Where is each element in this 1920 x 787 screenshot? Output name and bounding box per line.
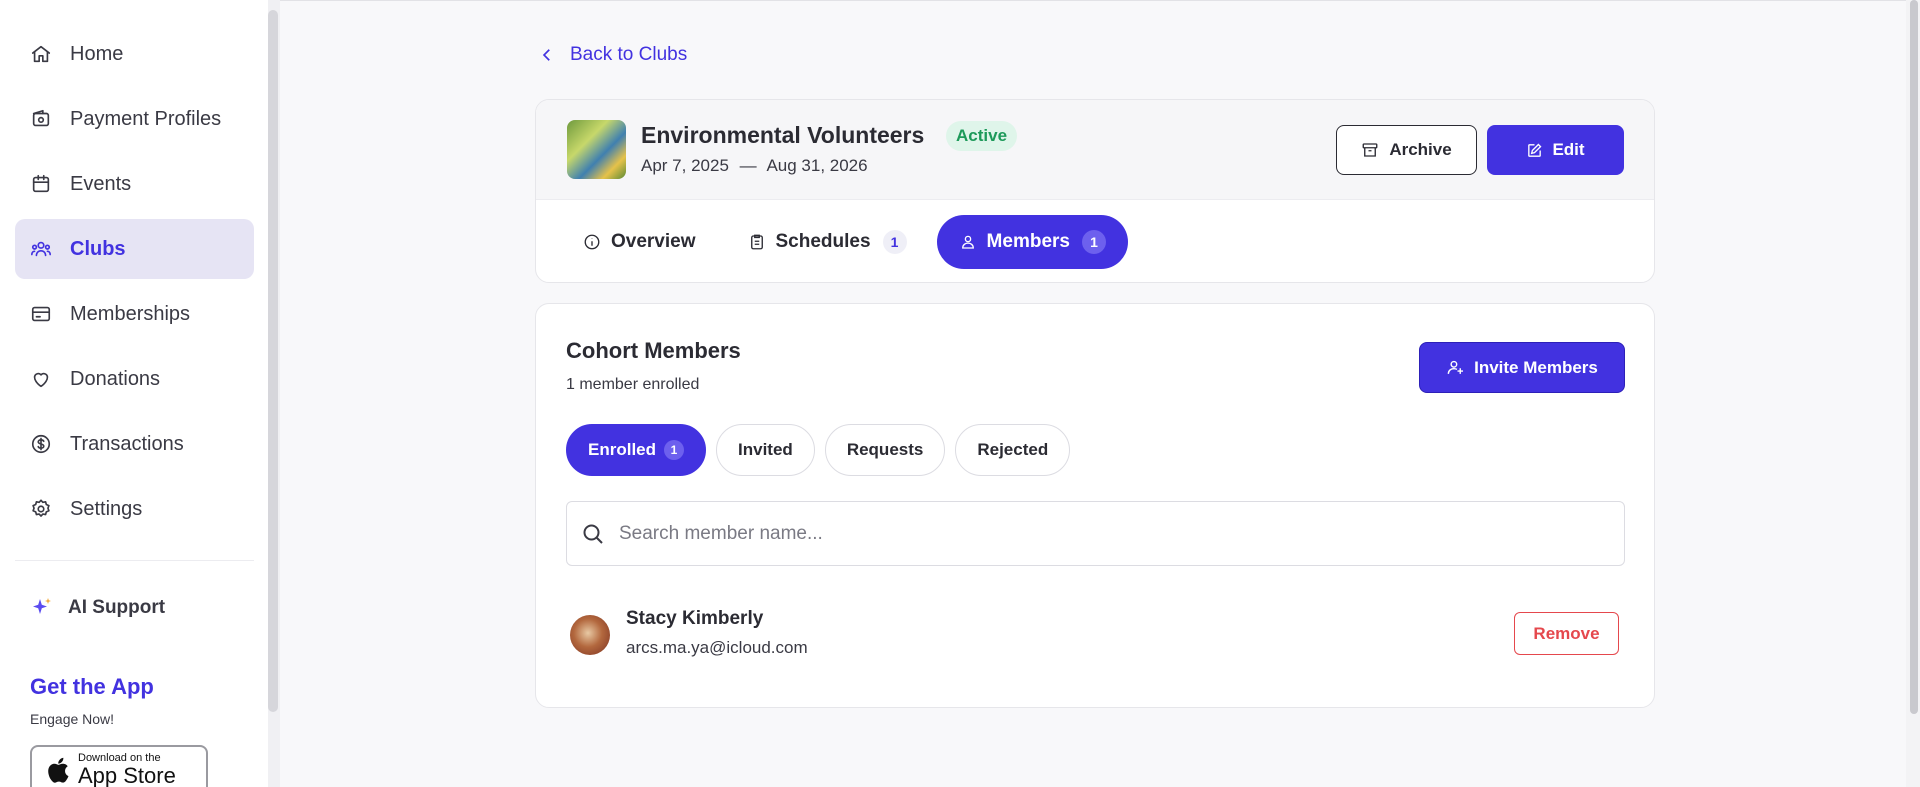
sidebar-item-label: Payment Profiles [70, 107, 222, 130]
filter-rejected[interactable]: Rejected [955, 424, 1071, 476]
avatar [570, 615, 610, 655]
app-store-big-text: App Store [78, 763, 176, 787]
sidebar-item-label: Donations [70, 367, 161, 390]
info-icon [584, 234, 600, 250]
wallet-icon [30, 108, 52, 130]
sidebar-scrollbar[interactable] [268, 10, 278, 712]
club-start-date: Apr 7, 2025 [641, 156, 729, 175]
users-icon [30, 238, 52, 260]
invite-label: Invite Members [1474, 357, 1598, 377]
sidebar: Home Payment Profiles Events Clubs Membe… [0, 0, 268, 787]
tab-label: Overview [611, 231, 696, 252]
get-app-heading: Get the App [30, 674, 154, 699]
club-header: Environmental Volunteers Active Apr 7, 2… [536, 100, 1654, 200]
sidebar-item-home[interactable]: Home [15, 24, 254, 84]
sidebar-item-transactions[interactable]: Transactions [15, 414, 254, 474]
member-status-filters: Enrolled 1 Invited Requests Rejected [566, 424, 1080, 476]
member-name: Stacy Kimberly [626, 608, 764, 629]
home-icon [30, 43, 52, 65]
archive-label: Archive [1389, 140, 1452, 159]
remove-button[interactable]: Remove [1514, 612, 1619, 655]
tab-members[interactable]: Members 1 [936, 215, 1128, 269]
edit-label: Edit [1552, 140, 1585, 159]
member-search-box [566, 501, 1625, 566]
sidebar-divider [15, 560, 254, 561]
back-link-label: Back to Clubs [570, 44, 688, 65]
list-item: Stacy Kimberly arcs.ma.ya@icloud.com Rem… [566, 604, 1625, 664]
search-input[interactable] [619, 522, 1599, 545]
sidebar-item-clubs[interactable]: Clubs [15, 219, 254, 279]
archive-icon [1362, 143, 1378, 157]
gear-icon [30, 498, 52, 520]
club-card: Environmental Volunteers Active Apr 7, 2… [535, 99, 1655, 283]
club-dates: Apr 7, 2025 — Aug 31, 2026 [641, 156, 868, 176]
card-icon [30, 303, 52, 325]
tab-label: Schedules [775, 231, 871, 252]
cohort-members-card: Cohort Members 1 member enrolled Invite … [535, 303, 1655, 708]
apple-icon [48, 757, 69, 783]
clipboard-icon [750, 234, 763, 250]
filter-count-badge: 1 [664, 440, 685, 460]
filter-label: Rejected [977, 440, 1049, 459]
club-title: Environmental Volunteers [641, 122, 925, 148]
search-icon [583, 524, 603, 544]
filter-label: Enrolled [588, 440, 657, 459]
ai-support-label: AI Support [68, 597, 166, 618]
section-subtitle: 1 member enrolled [566, 376, 700, 393]
sidebar-item-label: Clubs [70, 237, 126, 260]
top-border [280, 0, 1920, 1]
app-store-badge[interactable]: Download on the App Store [30, 745, 208, 787]
filter-enrolled[interactable]: Enrolled 1 [566, 424, 707, 476]
tab-schedules[interactable]: Schedules 1 [726, 215, 929, 269]
tab-overview[interactable]: Overview [561, 215, 718, 269]
archive-button[interactable]: Archive [1336, 125, 1477, 175]
sparkle-icon [33, 598, 51, 614]
sidebar-item-settings[interactable]: Settings [15, 479, 254, 539]
club-tabs: Overview Schedules 1 Members 1 [561, 215, 1136, 269]
filter-requests[interactable]: Requests [824, 424, 946, 476]
status-badge: Active [946, 121, 1018, 151]
sidebar-item-label: Transactions [70, 432, 184, 455]
sidebar-item-label: Memberships [70, 302, 191, 325]
sidebar-item-memberships[interactable]: Memberships [15, 284, 254, 344]
sidebar-item-payment-profiles[interactable]: Payment Profiles [15, 89, 254, 149]
ai-support-link[interactable]: AI Support [30, 596, 165, 620]
filter-label: Invited [738, 440, 793, 459]
back-to-clubs-link[interactable]: Back to Clubs [538, 44, 687, 66]
tab-count-badge: 1 [1081, 230, 1106, 254]
invite-members-button[interactable]: Invite Members [1419, 342, 1625, 393]
filter-label: Requests [846, 440, 924, 459]
calendar-icon [30, 173, 52, 195]
edit-icon [1528, 143, 1542, 157]
filter-invited[interactable]: Invited [716, 424, 815, 476]
date-separator: — [739, 156, 757, 175]
members-icon [961, 235, 974, 249]
engage-text: Engage Now! [30, 711, 115, 727]
section-title: Cohort Members [566, 338, 741, 363]
chevron-left-icon [542, 49, 550, 61]
sidebar-item-label: Settings [70, 497, 143, 520]
tab-label: Members [986, 231, 1070, 252]
main-scrollbar[interactable] [1910, 0, 1918, 714]
edit-button[interactable]: Edit [1487, 125, 1624, 175]
member-email: arcs.ma.ya@icloud.com [626, 638, 808, 657]
club-end-date: Aug 31, 2026 [766, 156, 868, 175]
tab-count-badge: 1 [882, 230, 907, 254]
sidebar-item-label: Events [70, 172, 132, 195]
club-image [567, 120, 626, 179]
sidebar-item-label: Home [70, 42, 124, 65]
sidebar-item-events[interactable]: Events [15, 154, 254, 214]
sidebar-nav: Home Payment Profiles Events Clubs Membe… [15, 24, 254, 544]
dollar-icon [30, 433, 52, 455]
heart-icon [30, 368, 52, 390]
user-plus-icon [1447, 360, 1464, 374]
app-store-text: Download on the App Store [78, 752, 176, 787]
sidebar-item-donations[interactable]: Donations [15, 349, 254, 409]
